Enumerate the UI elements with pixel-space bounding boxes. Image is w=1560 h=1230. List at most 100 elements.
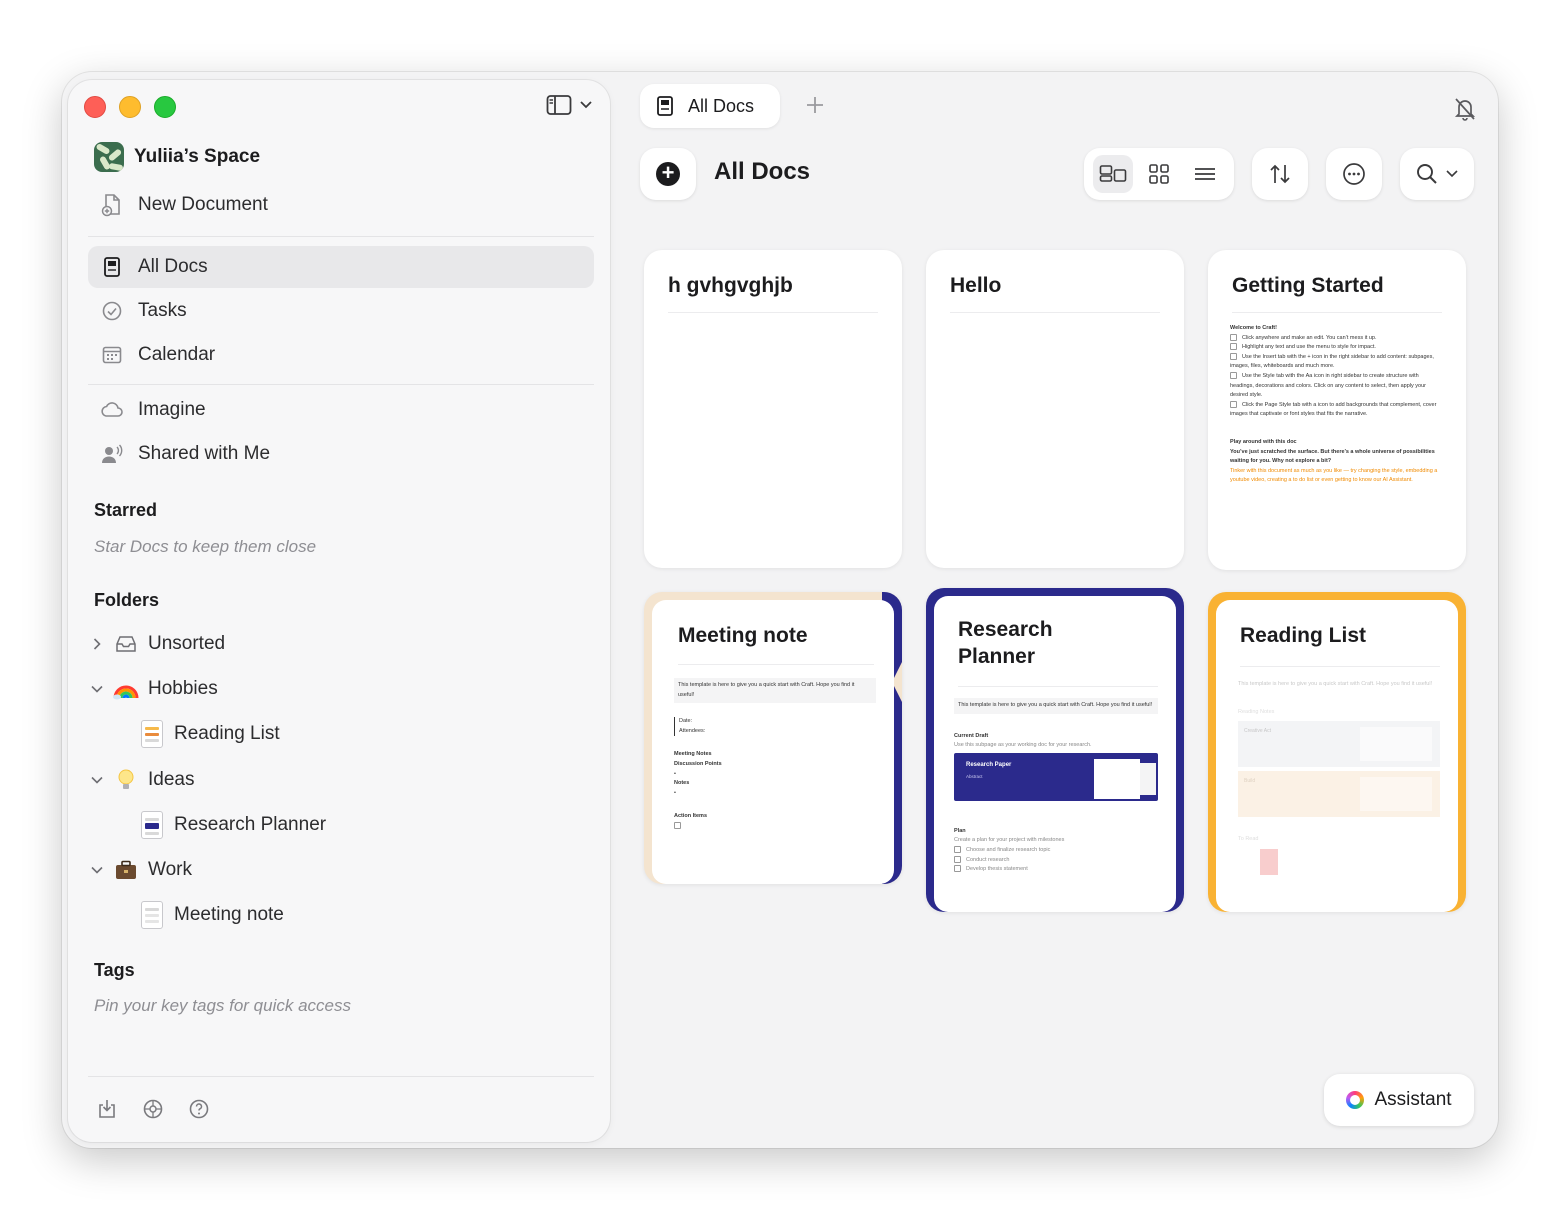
folder-label: Unsorted [148, 633, 226, 654]
chevron-down-icon [580, 101, 592, 109]
preview-heading: Research Paper [966, 761, 1012, 768]
sidebar-icon [546, 95, 572, 115]
doc-card-hello[interactable]: Hello [926, 250, 1184, 568]
preview-text: Creative Act [1244, 728, 1271, 735]
shared-person-icon [100, 442, 124, 466]
search-button[interactable] [1400, 148, 1474, 200]
view-cards-button[interactable] [1093, 155, 1133, 193]
view-list-button[interactable] [1185, 155, 1225, 193]
preview-text: Create a plan for your project with mile… [954, 837, 1065, 844]
inbox-icon [112, 630, 140, 658]
card-divider [950, 312, 1160, 313]
card-view-icon [1099, 165, 1127, 182]
preview-text: Attendees: [679, 727, 706, 734]
folder-label: Hobbies [148, 678, 218, 699]
folder-work[interactable]: Work [88, 850, 192, 890]
minimize-window-button[interactable] [119, 96, 141, 118]
space-name: Yuliia’s Space [134, 146, 261, 167]
card-divider [1240, 666, 1440, 667]
view-mode-switcher [1084, 148, 1234, 200]
card-title: Hello [950, 274, 1002, 297]
preview-heading: To Read [1238, 836, 1259, 843]
zoom-window-button[interactable] [154, 96, 176, 118]
sidebar-item-calendar[interactable]: Calendar [88, 334, 594, 376]
document-thumbnail-icon [138, 901, 166, 929]
checkmark-circle-icon [100, 299, 124, 323]
sidebar-doc-meeting-note[interactable]: Meeting note [132, 895, 284, 935]
preview-text: This template is here to give you a quic… [1238, 681, 1433, 687]
starred-hint: Star Docs to keep them close [94, 537, 317, 556]
preview-heading: Play around with this doc [1230, 438, 1297, 445]
folder-ideas[interactable]: Ideas [88, 760, 194, 800]
import-icon[interactable] [96, 1098, 118, 1120]
sort-button[interactable] [1252, 148, 1308, 200]
assistant-label: Assistant [1374, 1089, 1452, 1110]
preview-text: You’ve just scratched the surface. But t… [1230, 448, 1435, 465]
window-controls [84, 96, 176, 118]
preview-text: Discussion Points [674, 760, 722, 767]
sidebar-item-shared-with-me[interactable]: Shared with Me [88, 433, 594, 475]
card-title: Getting Started [1232, 274, 1384, 297]
document-thumbnail-icon [138, 720, 166, 748]
card-title: Research Planner [958, 618, 1053, 668]
folder-hobbies[interactable]: Hobbies [88, 669, 218, 709]
new-document-button[interactable]: New Document [88, 184, 594, 226]
preview-text: Notes [674, 780, 690, 787]
plus-icon [807, 97, 823, 113]
space-switcher[interactable]: Yuliia’s Space [94, 142, 260, 172]
doc-card-reading-list[interactable]: Reading List This template is here to gi… [1208, 592, 1466, 912]
notifications-button[interactable] [1452, 96, 1478, 127]
sidebar-doc-research-planner[interactable]: Research Planner [132, 805, 326, 845]
tags-heading: Tags [94, 960, 135, 980]
sidebar-item-tasks[interactable]: Tasks [88, 290, 594, 332]
chevron-down-icon[interactable] [88, 685, 106, 693]
sidebar-footer [96, 1098, 210, 1120]
starred-heading: Starred [94, 500, 158, 520]
sidebar-item-all-docs[interactable]: All Docs [88, 246, 594, 288]
settings-gear-icon[interactable] [142, 1098, 164, 1120]
preview-item: Highlight any text and use the menu to s… [1242, 344, 1376, 351]
preview-item: Click the Page Style tab with a icon to … [1230, 401, 1437, 418]
chevron-right-icon[interactable] [88, 638, 106, 650]
preview-item: Use the Style tab with the Aa icon in ri… [1230, 372, 1426, 399]
doc-card-meeting-note[interactable]: Meeting note This template is here to gi… [644, 592, 902, 884]
card-title: Meeting note [678, 624, 808, 647]
sidebar-item-imagine[interactable]: Imagine [88, 389, 594, 431]
doc-card-getting-started[interactable]: Getting Started Welcome to Craft! Click … [1208, 250, 1466, 570]
folder-unsorted[interactable]: Unsorted [88, 624, 225, 664]
space-avatar [94, 142, 124, 172]
doc-card-h-gvhgvghjb[interactable]: h gvhgvghjb [644, 250, 902, 568]
doc-card-research-planner[interactable]: Research Planner This template is here t… [926, 588, 1184, 912]
research-paper-preview: Research Paper Abstract [954, 752, 1158, 801]
new-tab-button[interactable] [806, 92, 824, 118]
folder-doc-label: Research Planner [174, 814, 327, 835]
card-divider [668, 312, 878, 313]
preview-heading: Action Items [674, 813, 708, 820]
close-window-button[interactable] [84, 96, 106, 118]
more-options-button[interactable] [1326, 148, 1382, 200]
ellipsis-circle-icon [1343, 163, 1365, 185]
lightbulb-icon [112, 766, 140, 794]
preview-item: Use the Insert tab with the + icon in th… [1230, 353, 1434, 370]
rainbow-icon [112, 675, 140, 703]
preview-text: This template is here to give you a quic… [674, 678, 876, 704]
preview-item: Choose and finalize research topic [966, 846, 1051, 853]
preview-item: Conduct research [966, 856, 1010, 863]
sidebar-toggle-button[interactable] [546, 94, 592, 116]
view-grid-button[interactable] [1139, 155, 1179, 193]
sidebar-doc-reading-list[interactable]: Reading List [132, 714, 280, 754]
list-icon [1195, 168, 1215, 180]
folders-heading: Folders [94, 590, 160, 610]
assistant-button[interactable]: Assistant [1324, 1074, 1474, 1126]
sidebar-divider [88, 384, 594, 385]
chevron-down-icon[interactable] [88, 776, 106, 784]
chevron-down-icon[interactable] [88, 866, 106, 874]
help-icon[interactable] [188, 1098, 210, 1120]
app-window: Yuliia’s Space New Document All Docs Tas… [62, 72, 1498, 1148]
doc-stack-icon [657, 96, 673, 116]
sidebar-divider [88, 1076, 594, 1077]
add-document-button[interactable]: + [640, 148, 696, 200]
preview-text: Use this subpage as your working doc for… [954, 742, 1092, 749]
preview-text: This template is here to give you a quic… [954, 698, 1158, 714]
tab-all-docs[interactable]: All Docs [640, 84, 781, 128]
